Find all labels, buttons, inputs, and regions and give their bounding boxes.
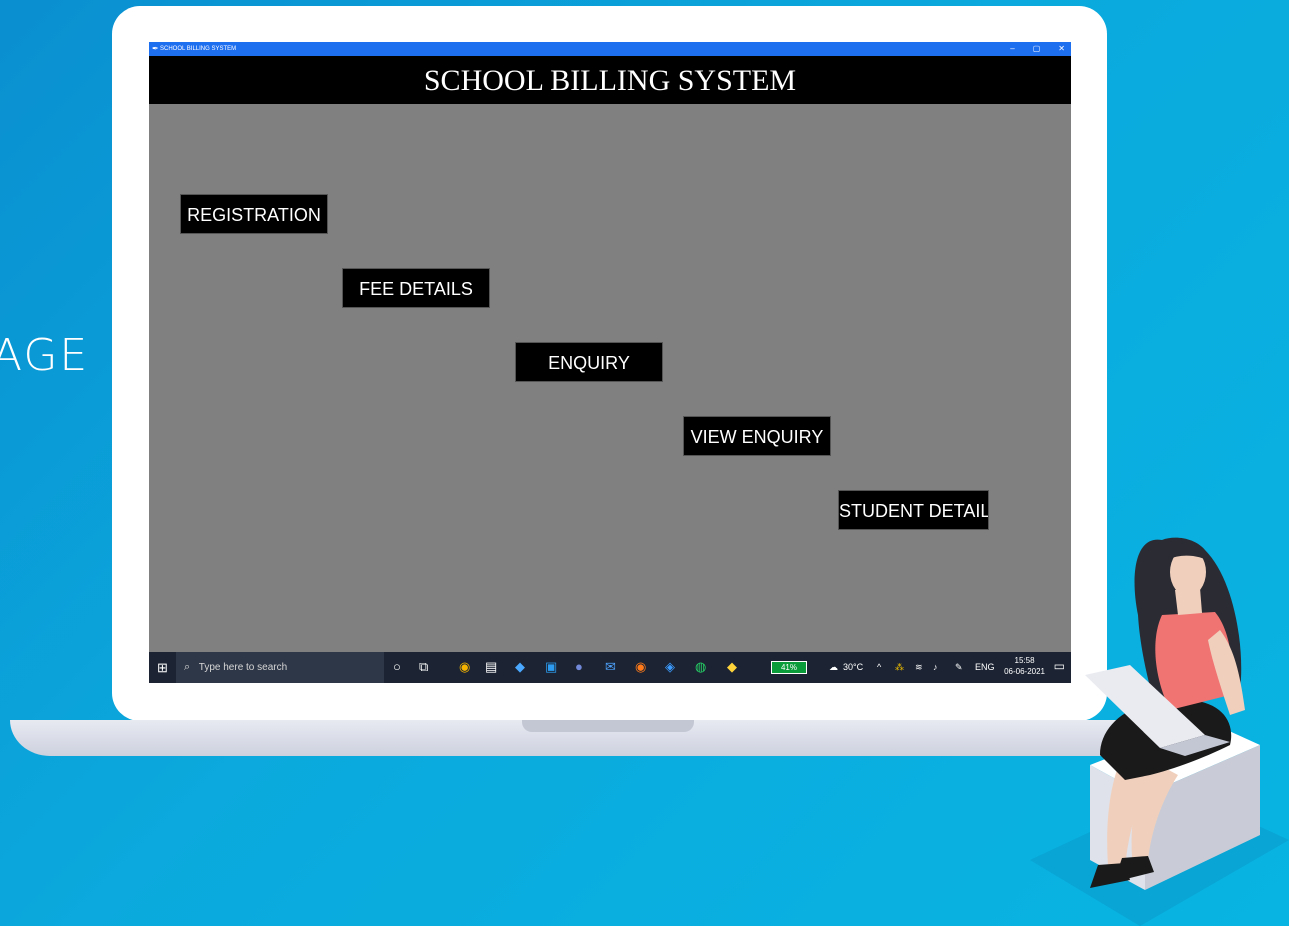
python-icon[interactable]: ◆ xyxy=(515,659,525,675)
enquiry-button[interactable]: ENQUIRY xyxy=(515,342,663,382)
whatsapp-icon[interactable]: ◍ xyxy=(695,659,706,675)
mail-icon[interactable]: ✉ xyxy=(605,659,616,675)
app-window: ✒ SCHOOL BILLING SYSTEM – ▢ ✕ SCHOOL BIL… xyxy=(149,42,1071,683)
window-title: SCHOOL BILLING SYSTEM xyxy=(160,46,237,52)
cortana-icon[interactable]: ○ xyxy=(393,659,401,674)
language-indicator[interactable]: ENG xyxy=(975,662,995,672)
search-icon: ⌕ xyxy=(184,661,191,673)
window-titlebar[interactable]: ✒ SCHOOL BILLING SYSTEM – ▢ ✕ xyxy=(149,42,1071,56)
weather-icon: ☁ xyxy=(829,662,838,672)
minimize-button[interactable]: – xyxy=(1010,42,1014,56)
person-with-laptop-illustration xyxy=(1030,537,1289,926)
terminal-icon[interactable]: ▤ xyxy=(485,659,497,675)
chevron-up-icon[interactable]: ^ xyxy=(877,662,881,672)
page-title: SCHOOL BILLING SYSTEM xyxy=(149,56,1071,104)
windows-start-icon[interactable]: ⊞ xyxy=(157,660,168,676)
python-app-icon[interactable]: ◆ xyxy=(727,659,737,675)
app-feather-icon: ✒ xyxy=(152,44,159,53)
maximize-button[interactable]: ▢ xyxy=(1033,42,1041,56)
wifi-icon[interactable]: ≋ xyxy=(915,662,923,673)
vscode-icon[interactable]: ◈ xyxy=(665,659,675,675)
laptop-notch xyxy=(522,720,694,732)
firefox-icon[interactable]: ◉ xyxy=(635,659,646,675)
window-controls: – ▢ ✕ xyxy=(1010,42,1065,56)
weather-temp[interactable]: 30°C xyxy=(843,662,863,672)
chrome-icon[interactable]: ◉ xyxy=(459,659,470,675)
volume-icon[interactable]: ♪ xyxy=(933,662,938,672)
taskbar-search[interactable]: ⌕ Type here to search xyxy=(176,652,384,683)
registration-button[interactable]: REGISTRATION xyxy=(180,194,328,234)
student-details-button[interactable]: STUDENT DETAILS xyxy=(838,490,989,530)
task-view-icon[interactable]: ⧉ xyxy=(419,659,428,675)
launcher-icon[interactable]: ▣ xyxy=(545,659,557,675)
view-enquiry-button[interactable]: VIEW ENQUIRY xyxy=(683,416,831,456)
taskbar: ⊞ ⌕ Type here to search ○ ⧉ ◉ ▤ ◆ ▣ ● ✉ … xyxy=(149,652,1071,683)
background-caption: AGE xyxy=(0,330,90,381)
pen-icon[interactable]: ✎ xyxy=(955,662,963,673)
network-icon[interactable]: ⁂ xyxy=(895,662,904,673)
fee-details-button[interactable]: FEE DETAILS xyxy=(342,268,490,308)
discord-icon[interactable]: ● xyxy=(575,659,583,674)
search-placeholder: Type here to search xyxy=(198,662,288,673)
close-button[interactable]: ✕ xyxy=(1058,42,1065,56)
battery-indicator[interactable]: 41% xyxy=(771,661,807,674)
